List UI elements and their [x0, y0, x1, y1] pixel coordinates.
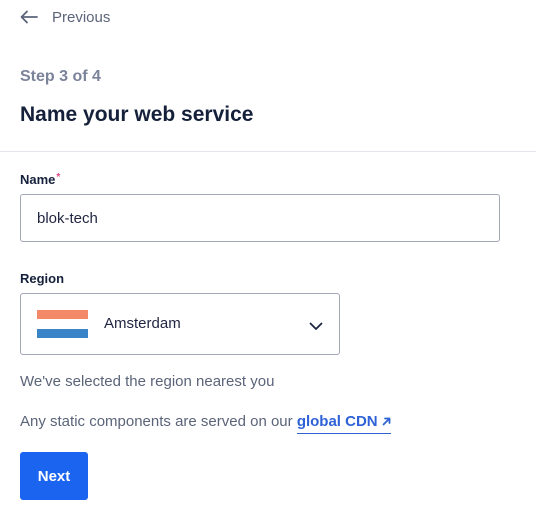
step-indicator: Step 3 of 4 — [20, 68, 101, 85]
page-title: Name your web service — [20, 103, 254, 126]
next-button[interactable]: Next — [20, 452, 88, 500]
global-cdn-link[interactable]: global CDN — [296, 413, 391, 434]
region-selected-value: Amsterdam — [104, 315, 181, 332]
global-cdn-link-label: global CDN — [296, 413, 378, 430]
netherlands-flag-icon — [37, 310, 88, 338]
name-label-text: Name — [20, 172, 56, 187]
name-input[interactable] — [20, 194, 500, 242]
region-select[interactable]: Amsterdam — [20, 293, 340, 355]
cdn-note-text: Any static components are served on our — [20, 413, 297, 430]
previous-label: Previous — [52, 8, 111, 26]
name-field-label: Name* — [20, 172, 60, 187]
required-marker: * — [56, 172, 61, 183]
region-field-label: Region — [20, 271, 65, 286]
section-divider — [0, 151, 536, 152]
cdn-note: Any static components are served on our … — [20, 413, 391, 434]
region-helper-text: We've selected the region nearest you — [20, 373, 275, 390]
create-web-service-page: Previous Step 3 of 4 Name your web servi… — [0, 0, 536, 515]
previous-link[interactable]: Previous — [20, 6, 110, 28]
external-link-arrow-icon — [378, 413, 391, 430]
chevron-down-icon — [309, 318, 323, 336]
arrow-left-icon — [20, 10, 38, 24]
